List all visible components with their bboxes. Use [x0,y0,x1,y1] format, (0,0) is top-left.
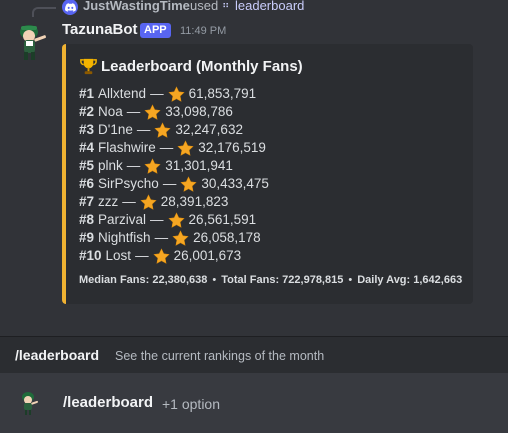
leaderboard-entry: #5 plnk — 31,301,941 [79,157,269,175]
rank-number: #4 [79,140,95,155]
entry-separator: — [122,194,136,209]
player-name: Allxtend [98,86,147,101]
entry-separator: — [126,104,141,119]
rank-number: #2 [79,104,95,119]
leaderboard-entry: #7 zzz — 28,391,823 [79,193,269,211]
player-name: Parzival [98,212,147,227]
rank-number: #10 [79,248,102,263]
fan-count: 26,561,591 [188,212,257,227]
interaction-command[interactable]: leaderboard [235,0,304,13]
star-icon [144,157,161,174]
entry-separator: — [150,86,164,101]
reply-connector [32,7,56,17]
star-icon [144,103,161,120]
star-icon [153,247,170,264]
trophy-icon [80,58,97,75]
daily-average: Daily Avg: 1,642,663 [357,274,463,286]
player-name: SirPsycho [98,176,159,191]
rank-number: #6 [79,176,95,191]
command-suggestion[interactable]: /leaderboard +1 option [0,373,508,433]
command-hint: /leaderboard See the current rankings of… [0,337,508,373]
command-suggestion-options: +1 option [162,396,220,412]
leaderboard-entry: #3 D'1ne — 32,247,632 [79,121,269,139]
star-icon [172,229,189,246]
stats-separator: • [348,274,353,286]
fan-count: 26,001,673 [173,248,242,263]
leaderboard-entry: #2 Noa — 33,098,786 [79,103,269,121]
interaction-username[interactable]: JustWastingTime [83,0,190,13]
leaderboard-entry: #4 Flashwire — 32,176,519 [79,139,269,157]
star-icon [140,193,157,210]
leaderboard-entry: #10 Lost — 26,001,673 [79,247,269,265]
leaderboard-entry: #9 Nightfish — 26,058,178 [79,229,269,247]
entry-separator: — [126,158,141,173]
player-name: zzz [98,194,119,209]
message-timestamp[interactable]: 11:49 PM [180,25,226,37]
embed-title: Leaderboard (Monthly Fans) [79,57,303,76]
leaderboard-entry: #6 SirPsycho — 30,433,475 [79,175,269,193]
rank-number: #7 [79,194,95,209]
player-name: Lost [105,248,132,263]
bot-app-icon [18,391,40,415]
player-name: Nightfish [98,230,151,245]
star-icon [154,121,171,138]
rank-number: #9 [79,230,95,245]
leaderboard-embed: Leaderboard (Monthly Fans) #1 Allxtend —61… [62,44,473,304]
entry-separator: — [159,140,174,155]
leaderboard-entry: #1 Allxtend — 61,853,791 [79,85,269,103]
player-name: Noa [98,104,123,119]
star-icon [168,85,185,102]
fan-count: 28,391,823 [160,194,229,209]
player-name: plnk [98,158,123,173]
star-icon [180,175,197,192]
rank-number: #1 [79,86,95,101]
star-icon [177,139,194,156]
command-hint-description: See the current rankings of the month [115,349,325,363]
fan-count: 32,176,519 [198,140,266,155]
stats-separator: • [212,274,217,286]
command-hint-name: /leaderboard [15,347,100,363]
embed-title-text: Leaderboard (Monthly Fans) [101,58,303,75]
player-name: D'1ne [98,122,133,137]
slash-command-icon: ⠶ [222,0,230,11]
interaction-reply: JustWastingTime used ⠶ leaderboard [0,0,508,17]
interaction-used-text: used [190,0,219,13]
entry-separator: — [150,212,164,227]
entry-separator: — [136,122,151,137]
rank-number: #8 [79,212,95,227]
star-icon [167,211,185,228]
fan-count: 61,853,791 [188,86,257,101]
player-name: Flashwire [98,140,156,155]
command-suggestion-name[interactable]: /leaderboard [63,394,153,411]
entry-separator: — [162,176,177,191]
leaderboard-entry: #8 Parzival — 26,561,591 [79,211,269,229]
leaderboard-list: #1 Allxtend —61,853,791 #2 Noa —33,098,786 #3 D… [79,85,269,265]
fan-count: 31,301,941 [165,158,233,173]
fan-count: 30,433,475 [201,176,269,191]
median-fans: Median Fans: 22,380,638 [79,274,208,286]
discord-logo-icon[interactable] [62,0,78,15]
rank-number: #5 [79,158,95,173]
bot-avatar[interactable] [12,22,52,62]
app-badge: APP [140,23,171,38]
fan-count: 33,098,786 [165,104,233,119]
entry-separator: — [154,230,169,245]
fan-count: 26,058,178 [193,230,261,245]
rank-number: #3 [79,122,95,137]
fan-count: 32,247,632 [175,122,243,137]
bot-username[interactable]: TazunaBot [62,21,138,38]
leaderboard-stats: Median Fans: 22,380,638 • Total Fans: 722,… [79,274,462,286]
entry-separator: — [135,248,149,263]
total-fans: Total Fans: 722,978,815 [221,274,344,286]
